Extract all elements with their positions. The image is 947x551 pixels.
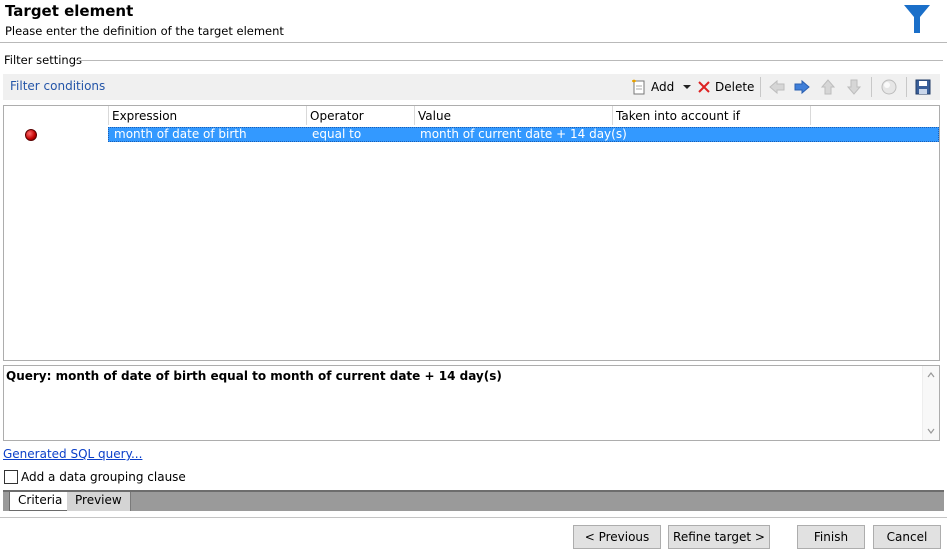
cancel-button[interactable]: Cancel (873, 525, 941, 549)
tab-strip: Criteria Preview (3, 490, 944, 511)
grid-header: Expression Operator Value Taken into acc… (4, 106, 939, 125)
generated-sql-link[interactable]: Generated SQL query... (3, 447, 142, 461)
filter-settings-divider (75, 60, 943, 61)
grouping-checkbox-label[interactable]: Add a data grouping clause (21, 470, 186, 484)
finish-button[interactable]: Finish (797, 525, 865, 549)
move-left-icon[interactable] (768, 78, 786, 96)
filter-conditions-label: Filter conditions (10, 79, 106, 93)
funnel-icon (904, 5, 930, 33)
tab-preview[interactable]: Preview (67, 492, 131, 511)
toolbar-separator (760, 77, 761, 97)
scroll-up-icon[interactable] (927, 371, 935, 379)
dropdown-arrow-icon[interactable] (682, 82, 692, 92)
move-right-icon[interactable] (793, 78, 811, 96)
query-text: Query: month of date of birth equal to m… (6, 369, 502, 383)
refine-target-button[interactable]: Refine target > (668, 525, 770, 549)
conditions-grid: Expression Operator Value Taken into acc… (3, 105, 940, 361)
previous-button[interactable]: < Previous (573, 525, 661, 549)
scroll-down-icon[interactable] (927, 427, 935, 435)
cell-expression[interactable]: month of date of birth (114, 127, 247, 142)
footer-divider (0, 517, 947, 518)
page-subtitle: Please enter the definition of the targe… (5, 24, 284, 38)
filter-toolbar: Filter conditions Add Delete (3, 74, 940, 100)
grouping-checkbox[interactable] (4, 470, 18, 484)
cell-value[interactable]: month of current date + 14 day(s) (420, 127, 627, 142)
disable-icon[interactable] (880, 78, 898, 96)
red-dot-icon (25, 129, 37, 141)
move-down-icon[interactable] (845, 78, 863, 96)
cell-operator[interactable]: equal to (312, 127, 361, 142)
delete-x-icon (698, 81, 710, 93)
toolbar-separator (906, 77, 907, 97)
delete-button-label: Delete (715, 80, 755, 94)
column-header-value[interactable]: Value (415, 106, 613, 125)
page-title: Target element (5, 2, 134, 20)
column-header-expression[interactable]: Expression (109, 106, 307, 125)
column-header-operator[interactable]: Operator (307, 106, 415, 125)
add-button[interactable]: Add (631, 77, 692, 97)
add-button-label: Add (651, 80, 675, 94)
column-header-taken-into-account[interactable]: Taken into account if (613, 106, 811, 125)
table-row[interactable]: month of date of birth equal to month of… (4, 126, 939, 143)
toolbar-separator (871, 77, 872, 97)
header-divider (0, 42, 947, 43)
filter-settings-label: Filter settings (4, 53, 82, 67)
delete-button[interactable]: Delete (697, 77, 754, 97)
move-up-icon[interactable] (819, 78, 837, 96)
save-icon[interactable] (914, 78, 932, 96)
column-header-status (4, 106, 109, 125)
query-scrollbar[interactable] (922, 366, 939, 440)
add-icon (632, 79, 645, 95)
tab-criteria[interactable]: Criteria (9, 492, 72, 511)
query-preview: Query: month of date of birth equal to m… (3, 365, 940, 441)
